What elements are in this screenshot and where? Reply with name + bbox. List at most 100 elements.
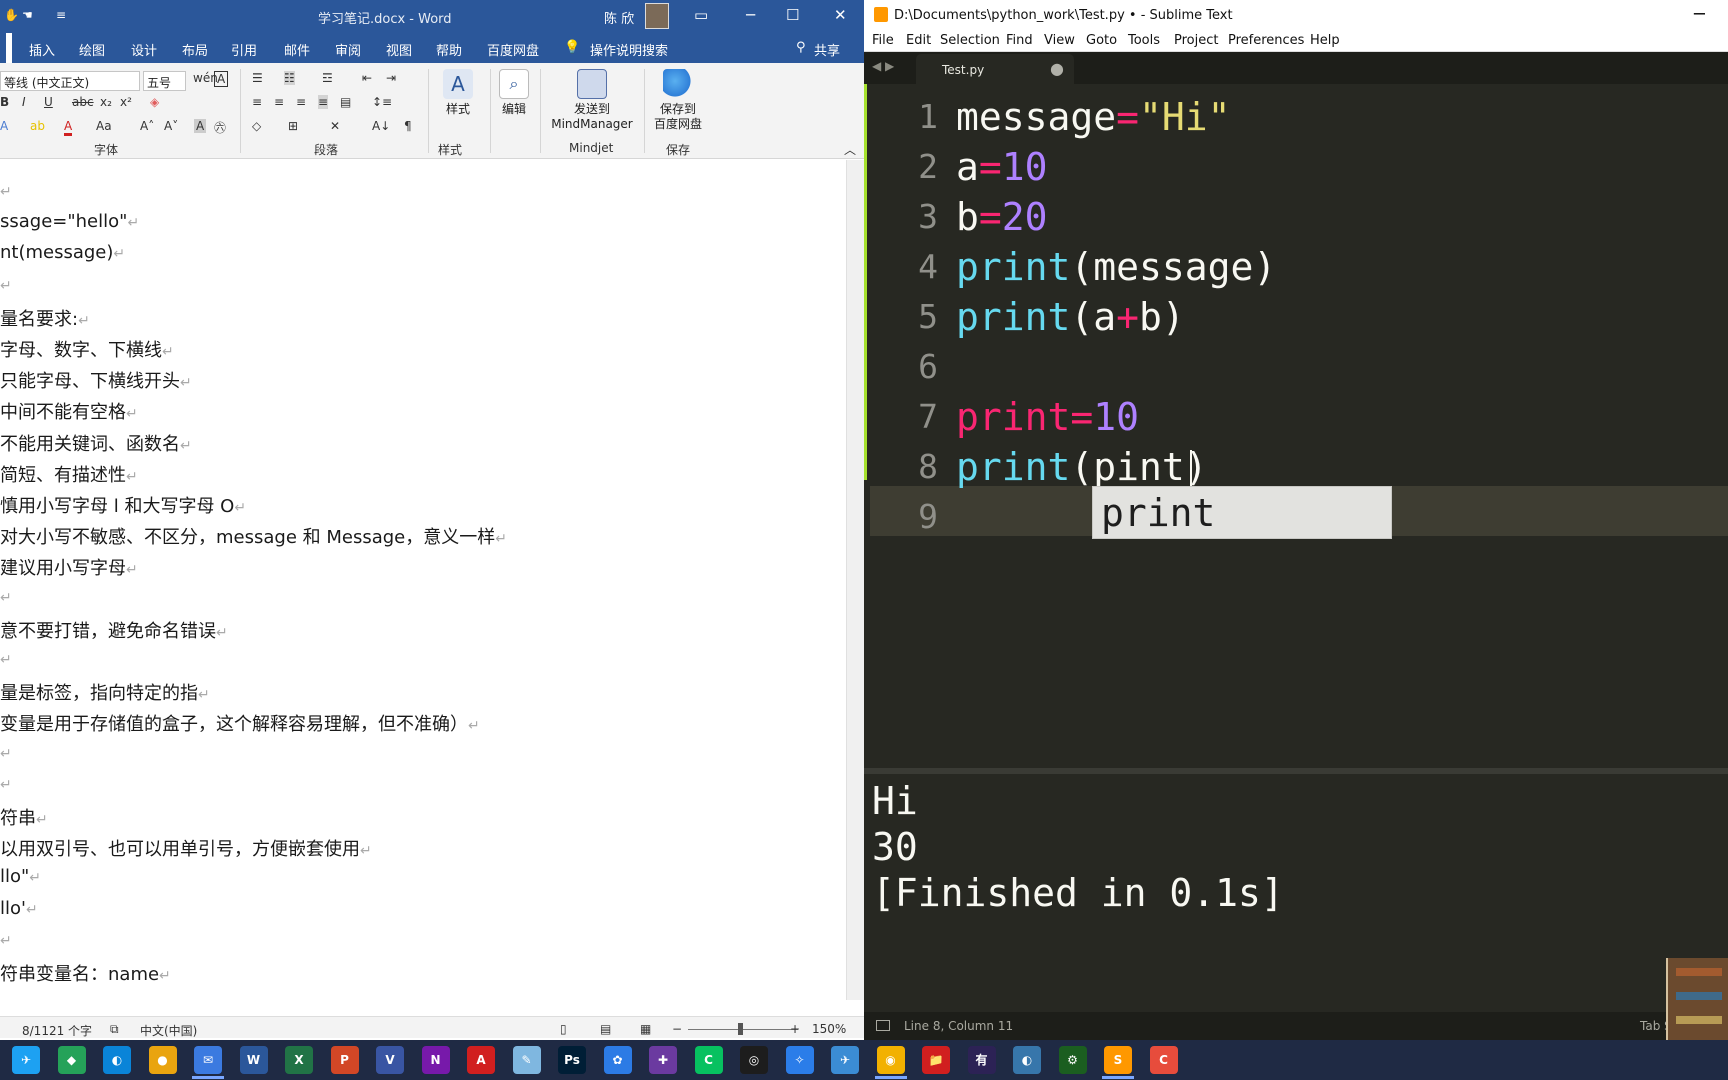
menu-goto[interactable]: Goto: [1086, 33, 1117, 48]
zoom-in-button[interactable]: +: [790, 1022, 800, 1036]
font-name-select[interactable]: 等线 (中文正文): [0, 71, 140, 91]
sublime-icon[interactable]: S: [1104, 1046, 1132, 1074]
visualstudio-icon[interactable]: ✿: [603, 1046, 632, 1074]
bullets-icon[interactable]: ☰: [252, 71, 263, 85]
excel-icon[interactable]: W: [239, 1046, 268, 1074]
change-case-icon[interactable]: Aa: [96, 119, 112, 133]
minimize-icon[interactable]: ─: [746, 6, 755, 24]
proofing-icon[interactable]: ⧉: [110, 1022, 119, 1037]
menu-selection[interactable]: Selection: [940, 33, 1000, 48]
grow-font-icon[interactable]: A˄: [140, 119, 154, 133]
explorer-icon[interactable]: ◉: [876, 1046, 905, 1074]
unsaved-dot-icon[interactable]: ●: [1050, 59, 1064, 78]
italic-icon[interactable]: I: [22, 95, 26, 109]
save-icon[interactable]: ✋: [4, 8, 19, 22]
menu-tools[interactable]: Tools: [1128, 33, 1160, 48]
visio-icon[interactable]: P: [330, 1046, 359, 1074]
vertical-scrollbar[interactable]: [846, 160, 864, 1000]
subscript-icon[interactable]: x₂: [100, 95, 112, 109]
word-icon[interactable]: ✉: [194, 1046, 222, 1074]
autocomplete-popup[interactable]: print: [1092, 486, 1392, 539]
menu-edit[interactable]: Edit: [906, 33, 931, 48]
align-right-icon[interactable]: ≡: [296, 95, 306, 109]
multilevel-list-icon[interactable]: ☲: [322, 71, 333, 85]
text-effects-icon[interactable]: A: [0, 119, 8, 133]
superscript-icon[interactable]: x²: [120, 95, 132, 109]
char-border-icon[interactable]: A: [214, 71, 229, 87]
acrobat-icon[interactable]: N: [421, 1046, 450, 1074]
highlight-icon[interactable]: ab: [30, 119, 45, 133]
edge-icon[interactable]: ◆: [57, 1046, 86, 1074]
twitter-like-icon[interactable]: ✈: [12, 1046, 40, 1074]
camtasia-rec-icon[interactable]: C: [1149, 1046, 1178, 1074]
shrink-font-icon[interactable]: A˅: [164, 119, 178, 133]
collapse-ribbon-icon[interactable]: ︿: [844, 141, 856, 158]
maximize-icon[interactable]: ☐: [786, 6, 799, 24]
paint-icon[interactable]: Ps: [558, 1046, 586, 1074]
zoom-level[interactable]: 150%: [812, 1022, 846, 1036]
menu-view[interactable]: View: [1044, 33, 1075, 48]
chrome-icon[interactable]: ◐: [103, 1046, 131, 1074]
customize-qat-icon[interactable]: ≡: [56, 8, 66, 22]
sort-icon[interactable]: A↓: [372, 119, 390, 133]
show-marks-icon[interactable]: ¶: [404, 119, 412, 133]
tab-review[interactable]: 审阅: [335, 40, 361, 59]
word-count[interactable]: 8/1121 个字: [22, 1022, 92, 1038]
tab-help[interactable]: 帮助: [436, 40, 462, 59]
font-color-icon[interactable]: A: [64, 119, 73, 136]
clear-format-icon[interactable]: ◈: [150, 95, 159, 109]
code-editor[interactable]: 123456789 message="Hi" a=10 b=20 print(m…: [864, 84, 1728, 768]
char-shading-icon[interactable]: A: [194, 119, 207, 133]
tab-test-py[interactable]: Test.py ●: [916, 54, 1074, 84]
touch-mode-icon[interactable]: ☚: [22, 8, 33, 22]
styles-button[interactable]: A 样式: [436, 69, 480, 117]
photoshop-icon[interactable]: ✎: [512, 1046, 541, 1074]
read-mode-icon[interactable]: ▯: [560, 1022, 567, 1036]
menu-help[interactable]: Help: [1310, 33, 1340, 48]
menu-file[interactable]: File: [872, 33, 894, 48]
send-to-mindmanager-button[interactable]: 发送到 MindManager: [548, 69, 636, 132]
camtasia-icon[interactable]: ✚: [649, 1046, 677, 1074]
feishu-icon[interactable]: ✧: [785, 1046, 814, 1074]
browser-icon[interactable]: ✈: [831, 1046, 859, 1074]
zoom-out-button[interactable]: −: [672, 1022, 682, 1036]
increase-indent-icon[interactable]: ⇥: [386, 71, 396, 85]
menu-preferences[interactable]: Preferences: [1228, 33, 1304, 48]
language-indicator[interactable]: 中文(中国): [140, 1022, 197, 1038]
qq-icon[interactable]: ◎: [740, 1046, 768, 1074]
save-to-baidu-button[interactable]: 保存到 百度网盘: [650, 69, 706, 132]
panel-toggle-icon[interactable]: [876, 1020, 890, 1031]
bold-icon[interactable]: B: [0, 95, 9, 109]
ribbon-display-icon[interactable]: ▭: [694, 6, 708, 24]
menu-find[interactable]: Find: [1006, 33, 1033, 48]
tell-me-search[interactable]: 操作说明搜索: [590, 40, 668, 59]
zoom-slider-track[interactable]: [688, 1029, 798, 1030]
close-icon[interactable]: ✕: [834, 6, 847, 24]
tab-references[interactable]: 引用: [231, 40, 257, 59]
tab-mailings[interactable]: 邮件: [284, 40, 310, 59]
tab-design[interactable]: 设计: [131, 40, 157, 59]
eclipse-icon[interactable]: 有: [967, 1046, 996, 1074]
tab-insert[interactable]: 插入: [29, 40, 55, 59]
avatar[interactable]: [645, 3, 669, 29]
document-page[interactable]: ↵ ssage="hello"↵ nt(message)↵ ↵ 量名要求:↵ 字母、数字…: [0, 160, 846, 1000]
tab-draw[interactable]: 绘图: [79, 40, 105, 59]
edit-button[interactable]: ⌕ 编辑: [496, 69, 532, 117]
share-button[interactable]: 共享: [814, 40, 840, 59]
chinese-layout-icon[interactable]: ✕: [330, 119, 340, 133]
align-center-icon[interactable]: ≡: [274, 95, 284, 109]
line-spacing-icon[interactable]: ↕≡: [372, 95, 392, 109]
mail-icon[interactable]: ●: [148, 1046, 177, 1074]
underline-icon[interactable]: U: [44, 95, 53, 109]
web-layout-icon[interactable]: ▦: [640, 1022, 651, 1036]
tab-home-edge[interactable]: [6, 33, 12, 63]
tab-baidu[interactable]: 百度网盘: [487, 40, 539, 59]
zoom-slider-thumb[interactable]: [738, 1023, 743, 1035]
tab-nav-arrows-icon[interactable]: ◀ ▶: [872, 59, 894, 73]
print-layout-icon[interactable]: ▤: [600, 1022, 611, 1036]
python-icon[interactable]: ◐: [1013, 1046, 1041, 1074]
justify-icon[interactable]: ≡: [318, 95, 329, 109]
numbering-icon[interactable]: ☷: [284, 71, 295, 85]
shading-icon[interactable]: ◇: [252, 119, 261, 133]
decrease-indent-icon[interactable]: ⇤: [362, 71, 372, 85]
